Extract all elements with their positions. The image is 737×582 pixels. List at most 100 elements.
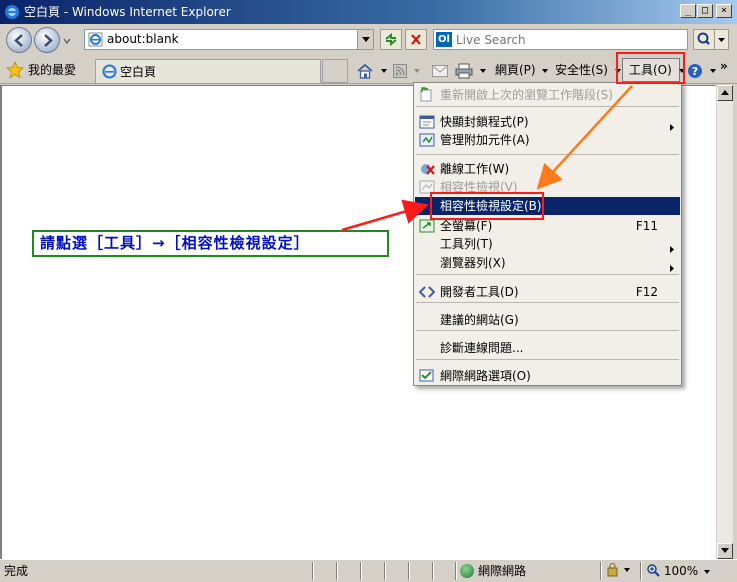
tools-menu-button[interactable]: 工具(O) — [622, 58, 685, 82]
tools-menu-item[interactable]: 快顯封鎖程式(P) — [415, 113, 680, 131]
status-divider — [455, 562, 457, 580]
toolbar-overflow-button[interactable]: » — [720, 57, 728, 75]
forward-button[interactable] — [34, 27, 60, 53]
stop-icon — [411, 34, 421, 45]
status-bar: 完成 網際網路 100% — [0, 559, 737, 582]
tools-menu-item[interactable]: 網際網路選項(O) — [415, 367, 680, 385]
tab-blank-page[interactable]: 空白頁 — [95, 59, 321, 83]
new-tab-button[interactable] — [322, 59, 348, 83]
vertical-scrollbar[interactable] — [716, 85, 733, 559]
menu-item-label: 管理附加元件(A) — [440, 133, 530, 147]
menu-separator — [416, 274, 679, 275]
recent-pages-dropdown-icon[interactable] — [63, 37, 71, 45]
scroll-up-arrow-icon — [721, 90, 729, 95]
globe-icon — [460, 564, 474, 578]
address-bar[interactable]: about:blank — [84, 29, 374, 50]
read-mail-button[interactable] — [432, 61, 448, 79]
chevron-down-icon — [380, 68, 387, 73]
refresh-icon — [385, 32, 397, 47]
tools-menu-item[interactable]: 診斷連線問題... — [415, 339, 680, 357]
search-box[interactable]: Ol — [433, 29, 688, 50]
tools-menu-item[interactable]: 建議的網站(G) — [415, 311, 680, 329]
close-button[interactable]: × — [716, 4, 732, 18]
tools-menu-item[interactable]: 管理附加元件(A) — [415, 131, 680, 149]
tools-menu-item[interactable]: 瀏覽器列(X) — [415, 254, 680, 272]
menu-item-label: 快顯封鎖程式(P) — [440, 115, 529, 129]
back-arrow-icon — [14, 34, 23, 47]
chevron-down-icon — [709, 68, 716, 73]
menu-item-label: 全螢幕(F) — [440, 219, 493, 233]
addons-icon — [419, 132, 435, 148]
tools-menu-item[interactable]: 工具列(T) — [415, 235, 680, 253]
tools-menu-item[interactable]: 相容性檢視設定(B) — [415, 197, 680, 215]
menu-item-label: 開發者工具(D) — [440, 285, 519, 299]
menu-item-label: 重新開啟上次的瀏覽工作階段(S) — [440, 88, 613, 102]
tools-menu-item[interactable]: 離線工作(W) — [415, 160, 680, 178]
search-provider-logo: Ol — [436, 32, 452, 47]
safety-menu-button[interactable]: 安全性(S) — [555, 61, 621, 79]
tools-menu-item[interactable]: 全螢幕(F) F11 — [415, 217, 680, 235]
svg-text:?: ? — [692, 65, 698, 78]
tab-title: 空白頁 — [120, 65, 157, 79]
internet-options-icon — [419, 368, 435, 384]
page-menu-button[interactable]: 網頁(P) — [495, 61, 549, 79]
menu-item-label: 相容性檢視設定(B) — [440, 199, 542, 213]
window-title: 空白頁 - Windows Internet Explorer — [24, 5, 231, 19]
chevron-down-icon — [479, 68, 486, 73]
search-button[interactable] — [693, 29, 715, 50]
fullscreen-icon — [419, 218, 435, 234]
zoom-icon — [647, 564, 660, 577]
address-dropdown-button[interactable] — [357, 30, 373, 49]
menu-item-label: 診斷連線問題... — [440, 341, 524, 355]
status-divider — [408, 562, 410, 580]
security-zone[interactable]: 網際網路 — [460, 563, 526, 579]
address-value: about:blank — [107, 32, 179, 46]
dev-tools-icon — [418, 284, 436, 300]
chevron-down-icon — [614, 68, 621, 73]
scroll-down-button[interactable] — [717, 543, 733, 559]
chevron-down-icon — [718, 38, 725, 42]
tools-menu-item: 相容性檢視(V) — [415, 178, 680, 196]
submenu-arrow-icon — [670, 259, 674, 277]
back-button[interactable] — [6, 27, 32, 53]
menu-item-label: 瀏覽器列(X) — [440, 256, 506, 270]
tools-menu-item[interactable]: 開發者工具(D) F12 — [415, 283, 680, 301]
ie-logo-icon — [5, 5, 19, 19]
rss-feed-icon — [393, 63, 407, 78]
status-divider — [640, 562, 642, 580]
maximize-button[interactable]: □ — [697, 4, 713, 18]
menu-item-label: 相容性檢視(V) — [440, 180, 518, 194]
zone-label: 網際網路 — [478, 564, 527, 578]
refresh-button[interactable] — [380, 29, 402, 50]
help-button[interactable]: ? — [687, 61, 716, 79]
search-options-dropdown[interactable] — [715, 29, 729, 50]
status-divider — [312, 562, 314, 580]
zoom-control[interactable]: 100% — [646, 563, 710, 579]
minimize-button[interactable]: _ — [680, 4, 696, 18]
page-icon — [88, 32, 103, 47]
feeds-button[interactable] — [393, 61, 420, 79]
forward-arrow-icon — [44, 34, 53, 47]
chevron-down-icon — [413, 68, 420, 73]
menu-item-label: 工具列(T) — [440, 237, 493, 251]
favorites-label: 我的最愛 — [28, 63, 77, 77]
protected-mode-icon — [607, 563, 630, 577]
protected-mode-button[interactable] — [606, 563, 634, 581]
menu-separator — [416, 302, 679, 303]
home-button[interactable] — [356, 61, 387, 79]
safety-menu-label: 安全性(S) — [555, 63, 608, 77]
scroll-up-button[interactable] — [717, 85, 733, 101]
chevron-down-icon — [542, 68, 549, 73]
search-input[interactable] — [454, 31, 684, 48]
help-icon: ? — [688, 63, 702, 78]
menu-separator — [416, 106, 679, 107]
ie-page-icon — [102, 64, 117, 79]
menu-item-shortcut: F11 — [635, 219, 658, 233]
stop-button[interactable] — [405, 29, 427, 50]
instruction-callout: 請點選［工具］→［相容性檢視設定］ — [32, 230, 389, 257]
offline-icon — [419, 161, 435, 177]
tools-menu-label: 工具(O) — [629, 63, 672, 77]
home-icon — [357, 63, 373, 79]
chevron-down-icon — [678, 68, 685, 73]
print-button[interactable] — [455, 61, 486, 79]
